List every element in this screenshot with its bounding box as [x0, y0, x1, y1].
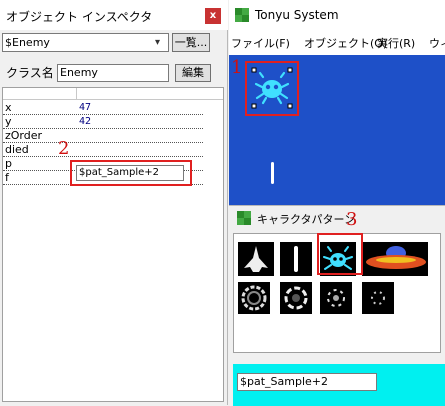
property-name: x	[5, 101, 12, 114]
close-button[interactable]: x	[205, 8, 221, 24]
property-name: zOrder	[5, 129, 43, 142]
class-name-label: クラス名	[6, 66, 54, 80]
window-title: Tonyu System	[255, 8, 339, 22]
pattern-ufo[interactable]	[362, 242, 428, 276]
selected-pattern-field[interactable]: $pat_Sample+2	[237, 373, 377, 391]
game-stage[interactable]: 1	[229, 55, 445, 205]
step-number-3: 3	[346, 209, 358, 230]
object-inspector-window: オブジェクト インスペクタ x $Enemy ▾ 一覧... クラス名 Enem…	[0, 0, 228, 405]
highlight-box	[317, 233, 363, 275]
column-divider[interactable]	[76, 88, 77, 100]
property-name: f	[5, 171, 9, 184]
object-select[interactable]: $Enemy ▾	[2, 33, 169, 52]
highlight-box	[245, 61, 299, 116]
tonyu-main-window: Tonyu System ファイル(F) オブジェクト(O) 実行(R) ウィ …	[229, 0, 445, 406]
step-number-1: 1	[231, 57, 243, 78]
pattern-explosion-4[interactable]	[362, 282, 394, 314]
property-grid: x 47 y 42 zOrder died p f	[2, 87, 224, 402]
pattern-ship[interactable]	[238, 242, 274, 276]
property-row-died[interactable]: died	[3, 143, 203, 157]
chevron-down-icon: ▾	[155, 37, 161, 48]
pattern-window-title: キャラクタパターン	[257, 213, 356, 226]
highlight-box	[70, 160, 192, 186]
property-grid-header	[3, 88, 223, 100]
tonyu-app-icon	[235, 8, 249, 22]
pattern-app-icon	[237, 211, 251, 225]
object-list-button[interactable]: 一覧...	[172, 33, 210, 52]
pattern-explosion-3[interactable]	[320, 282, 352, 314]
menu-run[interactable]: 実行(R)	[377, 35, 415, 51]
menu-window[interactable]: ウィ	[429, 35, 445, 51]
property-value[interactable]: 42	[79, 115, 91, 129]
bullet-sprite[interactable]	[271, 162, 274, 184]
pattern-explosion-2[interactable]	[280, 282, 312, 314]
pattern-explosion-1[interactable]	[238, 282, 270, 314]
property-row-x[interactable]: x 47	[3, 101, 203, 115]
property-name: died	[5, 143, 29, 156]
property-name: p	[5, 157, 12, 170]
property-row-y[interactable]: y 42	[3, 115, 203, 129]
menu-bar: ファイル(F) オブジェクト(O) 実行(R) ウィ	[229, 32, 445, 52]
pattern-bullet[interactable]	[280, 242, 312, 276]
property-name: y	[5, 115, 12, 128]
edit-button[interactable]: 編集	[175, 64, 211, 82]
inspector-title: オブジェクト インスペクタ	[6, 10, 153, 24]
class-name-field[interactable]: Enemy	[57, 64, 169, 82]
menu-object[interactable]: オブジェクト(O)	[304, 35, 387, 51]
property-value[interactable]: 47	[79, 101, 91, 115]
menu-file[interactable]: ファイル(F)	[231, 35, 290, 51]
property-row-zorder[interactable]: zOrder	[3, 129, 203, 143]
object-select-value: $Enemy	[5, 36, 50, 49]
step-number-2: 2	[58, 138, 70, 159]
inspector-title-bar: オブジェクト インスペクタ x	[0, 0, 228, 30]
